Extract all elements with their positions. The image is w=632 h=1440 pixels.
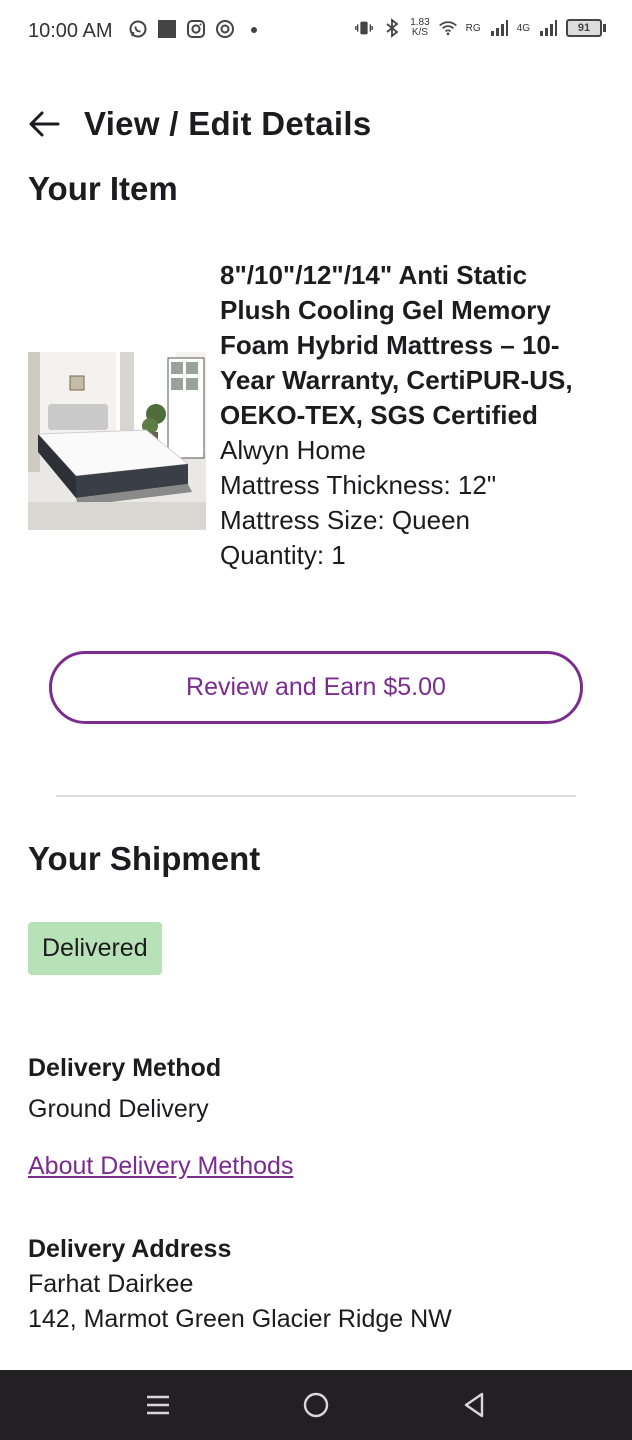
instagram-icon bbox=[186, 19, 206, 39]
product-quantity: Quantity: 1 bbox=[220, 540, 346, 570]
threads-icon bbox=[215, 19, 235, 39]
signal-icon-2 bbox=[538, 18, 558, 38]
status-time: 10:00 AM bbox=[28, 20, 113, 42]
product-image[interactable] bbox=[28, 352, 206, 530]
mattress-image bbox=[28, 352, 206, 530]
whatsapp-icon bbox=[128, 19, 148, 39]
page-header: View / Edit Details bbox=[28, 96, 608, 152]
arrow-left-icon bbox=[29, 111, 60, 137]
back-triangle-icon bbox=[464, 1392, 484, 1418]
vibrate-icon bbox=[354, 18, 374, 38]
section-divider bbox=[56, 795, 576, 797]
system-nav-bar bbox=[0, 1370, 632, 1440]
shipment-section-title: Your Shipment bbox=[28, 840, 261, 877]
delivery-address-label: Delivery Address bbox=[28, 1235, 232, 1263]
notification-icons bbox=[128, 19, 264, 39]
about-delivery-methods-link[interactable]: About Delivery Methods bbox=[28, 1152, 293, 1181]
product-size: Mattress Size: Queen bbox=[220, 505, 470, 535]
item-details: 8"/10"/12"/14" Anti Static Plush Cooling… bbox=[220, 258, 590, 573]
network-speed: 1.83 K/S bbox=[410, 18, 429, 38]
net-speed-unit: K/S bbox=[411, 27, 428, 38]
bluetooth-icon bbox=[382, 18, 402, 38]
menu-icon bbox=[147, 1395, 169, 1415]
delivery-method-label: Delivery Method bbox=[28, 1054, 222, 1082]
back-button[interactable] bbox=[28, 102, 72, 146]
home-circle-icon bbox=[303, 1392, 329, 1418]
signal-icon bbox=[489, 18, 509, 38]
product-thickness: Mattress Thickness: 12" bbox=[220, 470, 497, 500]
address-line: 142, Marmot Green Glacier Ridge NW bbox=[28, 1305, 452, 1333]
square-icon bbox=[157, 19, 177, 39]
battery-icon: 91 bbox=[566, 19, 606, 37]
recent-apps-button[interactable] bbox=[138, 1385, 178, 1425]
product-name[interactable]: 8"/10"/12"/14" Anti Static Plush Cooling… bbox=[220, 258, 590, 433]
status-bar: 10:00 AM 1.83 K/S RG 4G 91 bbox=[0, 0, 632, 64]
home-button[interactable] bbox=[296, 1385, 336, 1425]
carrier-label-b: 4G bbox=[516, 22, 530, 34]
dot-icon bbox=[244, 19, 264, 39]
system-status-icons: 1.83 K/S RG 4G 91 bbox=[354, 18, 606, 38]
product-brand: Alwyn Home bbox=[220, 435, 366, 465]
delivery-method-value: Ground Delivery bbox=[28, 1095, 209, 1123]
wifi-icon bbox=[438, 18, 458, 38]
page-title: View / Edit Details bbox=[84, 105, 372, 142]
carrier-label-a: RG bbox=[465, 22, 481, 34]
item-section-title: Your Item bbox=[28, 170, 178, 207]
review-and-earn-button[interactable]: Review and Earn $5.00 bbox=[49, 651, 583, 724]
address-name: Farhat Dairkee bbox=[28, 1270, 194, 1298]
battery-level: 91 bbox=[566, 19, 602, 37]
system-back-button[interactable] bbox=[454, 1385, 494, 1425]
delivered-status-badge: Delivered bbox=[28, 922, 162, 975]
